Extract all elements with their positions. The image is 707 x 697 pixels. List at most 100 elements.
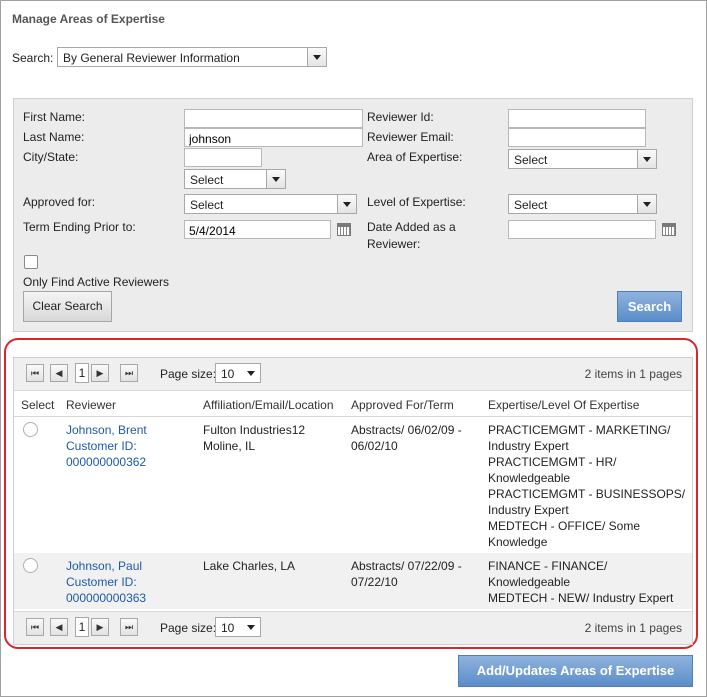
- calendar-icon[interactable]: [337, 223, 351, 236]
- reviewer-cell: Johnson, Brent Customer ID: 000000000362: [66, 422, 147, 470]
- row-select-radio[interactable]: [23, 422, 38, 437]
- column-header-select: Select: [21, 398, 55, 412]
- chevron-down-icon: [266, 170, 285, 188]
- date-added-label-line2: Reviewer:: [367, 237, 421, 251]
- approved-for-select[interactable]: Select: [184, 194, 357, 214]
- active-reviewers-label: Only Find Active Reviewers: [23, 275, 170, 289]
- page-size-value: 10: [221, 367, 235, 381]
- date-added-label-line1: Date Added as a: [367, 220, 456, 234]
- expertise-line: PRACTICEMGMT - BUSINESSOPS/: [488, 487, 686, 501]
- search-mode-label: Search:: [12, 51, 54, 65]
- page-size-select[interactable]: 10: [215, 617, 261, 637]
- approved-line: Abstracts/ 06/02/09 -: [351, 423, 462, 437]
- expertise-cell: FINANCE - FINANCE/ Knowledgeable MEDTECH…: [488, 558, 673, 606]
- approved-line: Abstracts/ 07/22/09 -: [351, 559, 462, 573]
- last-name-field[interactable]: [184, 128, 363, 147]
- area-select-value: Select: [514, 153, 548, 167]
- term-ending-field[interactable]: [184, 220, 331, 239]
- city-field[interactable]: [184, 148, 262, 167]
- results-grid: ⏮ ◀ 1 ▶ ⏭ Page size: 10 2 items in 1 pag…: [13, 357, 693, 645]
- customer-id-value[interactable]: 000000000362: [66, 454, 147, 470]
- first-name-label: First Name:: [23, 110, 86, 124]
- area-of-expertise-select[interactable]: Select: [508, 149, 657, 169]
- page-size-label: Page size:: [160, 367, 217, 381]
- city-state-label: City/State:: [23, 150, 79, 164]
- customer-id-label[interactable]: Customer ID:: [66, 574, 146, 590]
- affiliation-cell: Fulton Industries12 Moline, IL: [203, 422, 305, 454]
- expertise-line: Knowledgeable: [488, 575, 571, 589]
- page-size-select[interactable]: 10: [215, 363, 261, 383]
- state-select-value: Select: [190, 173, 224, 187]
- next-page-icon[interactable]: ▶: [91, 618, 109, 636]
- expertise-line: Industry Expert: [488, 503, 569, 517]
- first-name-field[interactable]: [184, 109, 363, 128]
- expertise-line: MEDTECH - NEW/ Industry Expert: [488, 591, 674, 605]
- chevron-down-icon: [307, 48, 326, 66]
- search-button[interactable]: Search: [617, 291, 682, 322]
- area-of-expertise-label: Area of Expertise:: [367, 150, 463, 164]
- reviewer-cell: Johnson, Paul Customer ID: 000000000363: [66, 558, 146, 606]
- pager-summary: 2 items in 1 pages: [584, 621, 682, 635]
- date-added-field[interactable]: [508, 220, 656, 239]
- reviewer-name-link[interactable]: Johnson, Paul: [66, 558, 146, 574]
- expertise-line: PRACTICEMGMT - HR/: [488, 455, 617, 469]
- chevron-down-icon: [337, 195, 356, 213]
- chevron-down-icon: [637, 195, 656, 213]
- add-update-expertise-button[interactable]: Add/Updates Areas of Expertise: [458, 655, 693, 687]
- expertise-line: PRACTICEMGMT - MARKETING/: [488, 423, 671, 437]
- customer-id-value[interactable]: 000000000363: [66, 590, 146, 606]
- last-page-icon[interactable]: ⏭: [120, 618, 138, 636]
- prev-page-icon[interactable]: ◀: [50, 618, 68, 636]
- expertise-line: Industry Expert: [488, 439, 569, 453]
- expertise-line: MEDTECH - OFFICE/ Some: [488, 519, 641, 533]
- pager-summary: 2 items in 1 pages: [584, 367, 682, 381]
- affiliation-cell: Lake Charles, LA: [203, 558, 295, 574]
- page-number[interactable]: 1: [75, 363, 89, 383]
- reviewer-email-field[interactable]: [508, 128, 646, 147]
- column-header-reviewer: Reviewer: [66, 398, 117, 412]
- level-of-expertise-label: Level of Expertise:: [367, 195, 466, 209]
- reviewer-id-field[interactable]: [508, 109, 646, 128]
- affiliation-line: Fulton Industries12: [203, 423, 306, 437]
- search-mode-value: By General Reviewer Information: [63, 51, 240, 65]
- page-title: Manage Areas of Expertise: [12, 12, 165, 26]
- active-reviewers-checkbox[interactable]: [24, 255, 38, 269]
- first-page-icon[interactable]: ⏮: [26, 618, 44, 636]
- state-select[interactable]: Select: [184, 169, 286, 189]
- customer-id-label[interactable]: Customer ID:: [66, 438, 147, 454]
- page-number[interactable]: 1: [75, 617, 89, 637]
- reviewer-id-label: Reviewer Id:: [367, 110, 434, 124]
- column-header-affiliation: Affiliation/Email/Location: [203, 398, 334, 412]
- clear-search-button[interactable]: Clear Search: [23, 291, 112, 322]
- expertise-line: Knowledgeable: [488, 471, 571, 485]
- first-page-icon[interactable]: ⏮: [26, 364, 44, 382]
- level-of-expertise-select[interactable]: Select: [508, 194, 657, 214]
- approved-line: 07/22/10: [351, 575, 398, 589]
- row-select-radio[interactable]: [23, 558, 38, 573]
- prev-page-icon[interactable]: ◀: [50, 364, 68, 382]
- calendar-icon[interactable]: [662, 223, 676, 236]
- expertise-line: Knowledge: [488, 535, 548, 549]
- approved-line: 06/02/10: [351, 439, 398, 453]
- term-ending-label: Term Ending Prior to:: [23, 220, 136, 234]
- last-page-icon[interactable]: ⏭: [120, 364, 138, 382]
- chevron-down-icon: [637, 150, 656, 168]
- table-row: Johnson, Paul Customer ID: 000000000363 …: [14, 553, 692, 609]
- search-mode-select[interactable]: By General Reviewer Information: [57, 47, 327, 67]
- approved-cell: Abstracts/ 06/02/09 - 06/02/10: [351, 422, 462, 454]
- expertise-line: FINANCE - FINANCE/: [488, 559, 608, 573]
- chevron-down-icon: [242, 618, 260, 636]
- reviewer-name-link[interactable]: Johnson, Brent: [66, 422, 147, 438]
- last-name-label: Last Name:: [23, 130, 85, 144]
- affiliation-line: Moline, IL: [203, 439, 256, 453]
- next-page-icon[interactable]: ▶: [91, 364, 109, 382]
- column-header-expertise: Expertise/Level Of Expertise: [488, 398, 640, 412]
- table-row: Johnson, Brent Customer ID: 000000000362…: [14, 417, 692, 553]
- approved-cell: Abstracts/ 07/22/09 - 07/22/10: [351, 558, 462, 590]
- page-size-label: Page size:: [160, 621, 217, 635]
- affiliation-line: Lake Charles, LA: [203, 559, 296, 573]
- approved-for-value: Select: [190, 198, 224, 212]
- pager-top: ⏮ ◀ 1 ▶ ⏭ Page size: 10 2 items in 1 pag…: [14, 358, 692, 391]
- expertise-cell: PRACTICEMGMT - MARKETING/ Industry Exper…: [488, 422, 685, 550]
- chevron-down-icon: [242, 364, 260, 382]
